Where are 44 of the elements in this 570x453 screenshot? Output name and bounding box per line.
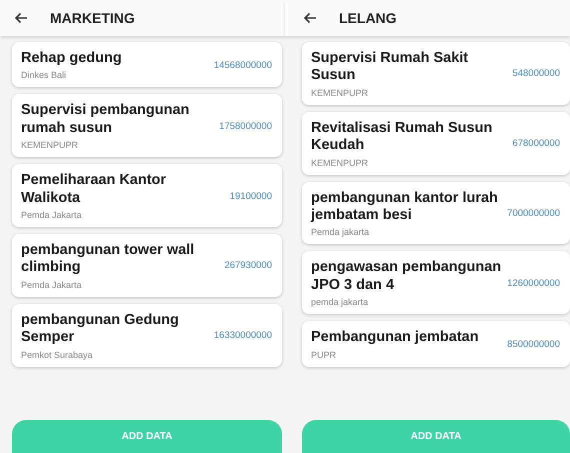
- project-name: pembangunan kantor lurah jembatam besi: [311, 190, 499, 224]
- back-icon[interactable]: [303, 12, 317, 24]
- amount-value: 678000000: [512, 138, 560, 150]
- agency-label: Pemda jakarta: [311, 227, 370, 238]
- project-card[interactable]: Revitalisasi Rumah Susun Keudah KEMENPUPR 678000000: [302, 112, 570, 175]
- amount-value: 1260000000: [507, 278, 560, 289]
- project-card[interactable]: pembangunan tower wall climbing Pemda Jakarta 267930000: [12, 234, 282, 297]
- project-card[interactable]: Supervisi Rumah Sakit Susun KEMENPUPR 548000000: [302, 42, 570, 105]
- project-name: Rehap gedung: [21, 50, 123, 68]
- project-card[interactable]: Rehap gedung Dinkes Bali 14568000000: [12, 42, 282, 88]
- project-name: pembangunan Gedung Semper: [21, 312, 180, 347]
- project-name: Supervisi Rumah Sakit Susun: [311, 50, 470, 85]
- project-name: Pemeliharaan Kantor Walikota: [21, 172, 168, 207]
- amount-value: 7000000000: [507, 208, 560, 219]
- amount-value: 19100000: [230, 190, 272, 202]
- amount-value: 14568000000: [214, 60, 272, 71]
- amount-value: 548000000: [512, 68, 560, 80]
- amount-value: 8500000000: [507, 338, 560, 350]
- project-card[interactable]: Supervisi pembangunan rumah susun KEMENPUPR 1758000000: [12, 94, 282, 158]
- project-card[interactable]: Pemeliharaan Kantor Walikota Pemda Jakarta 19100000: [12, 164, 282, 227]
- agency-label: KEMENPUPR: [21, 140, 80, 150]
- agency-label: PUPR: [311, 350, 338, 360]
- project-name: Revitalisasi Rumah Susun Keudah: [311, 120, 494, 155]
- agency-label: Dinkes Bali: [21, 70, 68, 80]
- agency-label: Pemkot Surabaya: [21, 350, 94, 360]
- agency-label: KEMENPUPR: [311, 88, 370, 98]
- screen-title: LELANG: [339, 10, 397, 26]
- project-card[interactable]: pengawasan pembangunan JPO 3 dan 4 pemda jakarta 1260000000: [302, 251, 570, 314]
- project-name: Supervisi pembangunan rumah susun: [21, 102, 190, 138]
- project-name: pembangunan tower wall climbing: [21, 242, 196, 277]
- agency-label: pemda jakarta: [311, 297, 370, 308]
- agency-label: Pemda Jakarta: [21, 210, 83, 220]
- amount-value: 267930000: [224, 260, 272, 272]
- agency-label: KEMENPUPR: [311, 158, 370, 168]
- screen-title: MARKETING: [50, 10, 135, 26]
- project-card[interactable]: pembangunan Gedung Semper Pemkot Surabaya 16330000000: [12, 304, 282, 367]
- amount-value: 16330000000: [214, 330, 272, 342]
- project-name: Pembangunan jembatan: [311, 329, 480, 347]
- project-name: pengawasan pembangunan JPO 3 dan 4: [311, 259, 502, 294]
- project-card[interactable]: Pembangunan jembatan PUPR 8500000000: [302, 321, 570, 367]
- agency-label: Pemda Jakarta: [21, 280, 83, 290]
- back-icon[interactable]: [14, 12, 28, 24]
- amount-value: 1758000000: [219, 120, 272, 132]
- project-card[interactable]: pembangunan kantor lurah jembatam besi Pemda jakarta 7000000000: [302, 182, 570, 244]
